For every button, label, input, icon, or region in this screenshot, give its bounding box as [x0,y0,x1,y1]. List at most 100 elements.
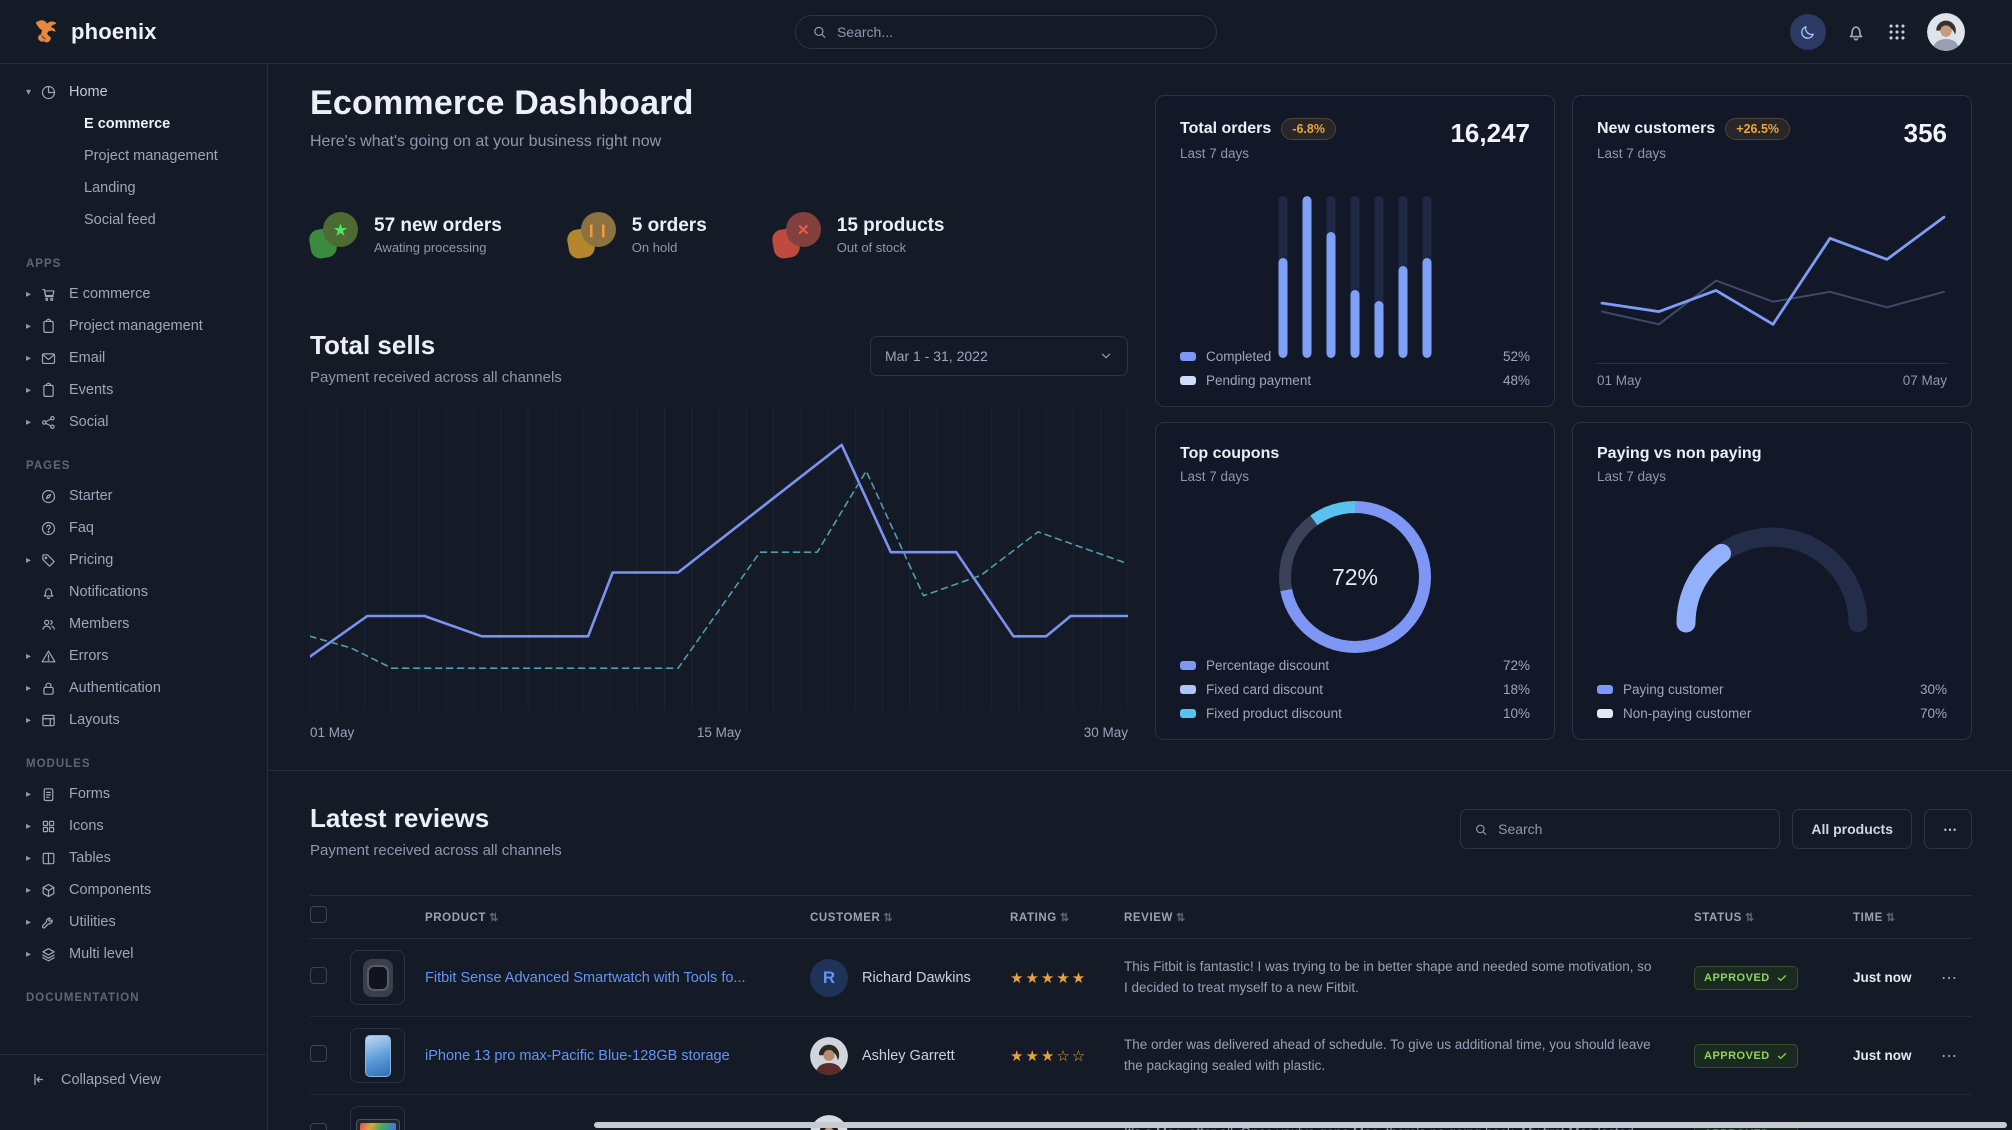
global-search-input[interactable] [837,24,1200,40]
columns-icon [40,850,57,867]
sidebar-item-pricing[interactable]: ▸Pricing [0,544,267,576]
top-coupons-card: Top coupons Last 7 days 72% Percentage d… [1155,422,1555,740]
select-all-checkbox[interactable] [310,906,327,923]
paying-gauge-chart [1657,511,1887,641]
stat-caption: Awating processing [374,240,502,255]
col-customer[interactable]: CUSTOMER⇅ [810,911,1010,924]
sidebar-item-social[interactable]: ▸Social [0,406,267,438]
sidebar-item-landing[interactable]: Landing [0,172,267,204]
page-header: Ecommerce Dashboard Here's what's going … [310,84,694,151]
sidebar-item-starter[interactable]: Starter [0,480,267,512]
apps-grid-icon[interactable] [1886,21,1908,43]
product-thumbnail-smartwatch[interactable] [350,950,405,1005]
sidebar-item-tables[interactable]: ▸Tables [0,842,267,874]
total-orders-card: Total orders -6.8% Last 7 days 16,247 Co… [1155,95,1555,407]
reviews-search-input[interactable] [1498,821,1766,837]
customer-avatar[interactable] [810,1037,848,1075]
sidebar-item-home[interactable]: ▾ Home [0,76,267,108]
sidebar-item-project-management[interactable]: Project management [0,140,267,172]
orders-bar-chart [1279,196,1432,358]
legend-swatch [1180,685,1196,694]
sidebar-item-apps-project-management[interactable]: ▸Project management [0,310,267,342]
phoenix-bird-icon [32,17,62,47]
new-customers-x-axis: 01 May 07 May [1597,363,1947,388]
row-checkbox[interactable] [310,1123,327,1130]
check-icon [1776,972,1788,984]
sidebar-item-events[interactable]: ▸Events [0,374,267,406]
product-thumbnail-iphone[interactable] [350,1028,405,1083]
sidebar-section-modules: MODULES [0,758,267,770]
out-of-stock-x-icon: ✕ [773,212,821,258]
new-orders-star-icon: ★ [310,212,358,258]
layout-icon [40,712,57,729]
reviews-menu-button[interactable]: ⋯ [1924,809,1972,849]
review-text: This Fitbit is fantastic! I was trying t… [1124,957,1694,999]
donut-center-label: 72% [1332,564,1378,591]
sidebar-item-members[interactable]: Members [0,608,267,640]
x-tick: 01 May [1597,373,1641,388]
clipboard-icon [40,318,57,335]
row-checkbox[interactable] [310,967,327,984]
col-review[interactable]: REVIEW⇅ [1124,911,1694,924]
sidebar-item-forms[interactable]: ▸Forms [0,778,267,810]
top-navbar: phoenix [0,0,2012,64]
cart-icon [40,286,57,303]
sidebar-item-ecommerce[interactable]: E commerce [0,108,267,140]
sidebar-item-components[interactable]: ▸Components [0,874,267,906]
legend-swatch [1180,661,1196,670]
card-title: Top coupons [1180,445,1530,463]
users-icon [40,616,57,633]
horizontal-scrollbar-thumb[interactable] [594,1122,2007,1128]
x-tick: 30 May [1084,725,1128,740]
col-rating[interactable]: RATING⇅ [1010,911,1124,924]
customer-cell: Ashley Garrett [810,1037,1010,1075]
sidebar-item-social-feed[interactable]: Social feed [0,204,267,236]
pie-chart-icon [40,84,57,101]
reviews-search[interactable] [1460,809,1780,849]
new-customers-value: 356 [1904,118,1947,149]
row-menu-button[interactable]: ⋯ [1941,968,1982,988]
stat-value: 57 new orders [374,215,502,237]
avatar-photo [1927,13,1965,51]
col-status[interactable]: STATUS⇅ [1694,911,1853,924]
sidebar-item-layouts[interactable]: ▸Layouts [0,704,267,736]
product-link[interactable]: iPhone 13 pro max-Pacific Blue-128GB sto… [425,1048,810,1064]
sidebar-item-notifications[interactable]: Notifications [0,576,267,608]
stat-value: 5 orders [632,215,707,237]
sidebar-item-email[interactable]: ▸Email [0,342,267,374]
col-product[interactable]: PRODUCT⇅ [425,911,810,924]
sidebar-item-errors[interactable]: ▸Errors [0,640,267,672]
user-avatar[interactable] [1927,13,1965,51]
file-icon [40,786,57,803]
sidebar-item-authentication[interactable]: ▸Authentication [0,672,267,704]
new-customers-card: New customers +26.5% Last 7 days 356 01 … [1572,95,1972,407]
card-title: Total orders [1180,120,1271,138]
stat-caption: Out of stock [837,240,945,255]
brand-logo[interactable]: phoenix [32,17,157,47]
total-sells-title: Total sells [310,330,562,361]
product-thumbnail-macbook[interactable] [350,1106,405,1130]
all-products-button[interactable]: All products [1792,809,1912,849]
row-checkbox[interactable] [310,1045,327,1062]
col-time[interactable]: TIME⇅ [1853,911,1941,924]
date-range-value: Mar 1 - 31, 2022 [885,348,988,364]
paying-vs-nonpaying-card: Paying vs non paying Last 7 days Paying … [1572,422,1972,740]
global-search[interactable] [795,15,1217,49]
notifications-bell-icon[interactable] [1845,21,1867,43]
reviews-title: Latest reviews [310,803,562,834]
sidebar-item-faq[interactable]: Faq [0,512,267,544]
customer-avatar[interactable]: R [810,959,848,997]
theme-toggle-button[interactable] [1790,14,1826,50]
product-link[interactable]: Fitbit Sense Advanced Smartwatch with To… [425,970,810,986]
sidebar-item-multi-level[interactable]: ▸Multi level [0,938,267,970]
date-range-select[interactable]: Mar 1 - 31, 2022 [870,336,1128,376]
stat-caption: On hold [632,240,707,255]
row-menu-button[interactable]: ⋯ [1941,1046,1982,1066]
x-tick: 01 May [310,725,354,740]
sidebar-item-utilities[interactable]: ▸Utilities [0,906,267,938]
sidebar-item-apps-ecommerce[interactable]: ▸E commerce [0,278,267,310]
grid4-icon [40,818,57,835]
rating-stars: ★★★☆☆ [1010,1047,1124,1065]
sidebar-item-icons[interactable]: ▸Icons [0,810,267,842]
collapse-sidebar-button[interactable]: Collapsed View [0,1054,267,1088]
